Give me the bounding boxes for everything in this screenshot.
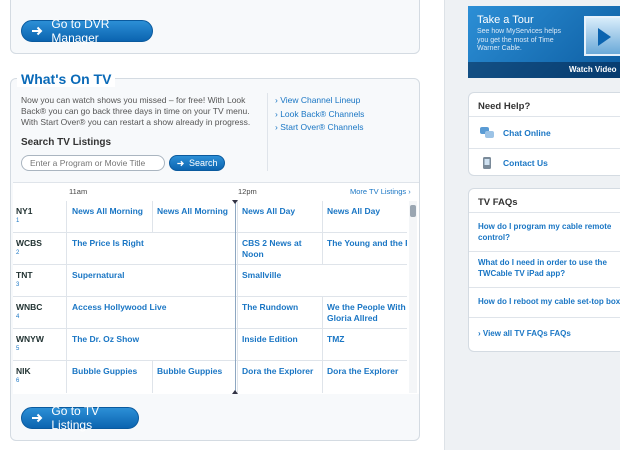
faq-link[interactable]: How do I program my cable remote control… <box>469 222 620 243</box>
program-cell[interactable]: News All Day <box>238 201 323 233</box>
channel-name: WCBS <box>16 238 42 248</box>
time-header-11am: 11am <box>69 187 88 196</box>
channel-name: NIK <box>16 366 31 376</box>
program-cell[interactable]: We the People With Gloria Allred <box>323 297 407 329</box>
faq-link[interactable]: What do I need in order to use the TWCab… <box>469 258 620 279</box>
scroll-thumb[interactable] <box>410 205 416 217</box>
program-cell[interactable]: Supernatural <box>68 265 238 297</box>
channel-cell: NIK 6 <box>13 361 67 393</box>
program-cell[interactable]: Smallville <box>238 265 407 297</box>
link-look-back-channels[interactable]: › Look Back® Channels <box>275 108 364 122</box>
program-cell[interactable]: CBS 2 News at Noon <box>238 233 323 265</box>
channel-cell: WNYW 5 <box>13 329 67 361</box>
table-row: NY1 1 News All Morning News All Morning N… <box>13 201 407 233</box>
time-header-12pm: 12pm <box>238 187 257 196</box>
program-cell[interactable]: News All Morning <box>68 201 153 233</box>
tv-listings-grid: 11am 12pm More TV Listings › NY1 1 News A… <box>13 182 419 394</box>
search-button[interactable]: Search <box>169 155 225 171</box>
divider <box>469 317 620 318</box>
chat-icon <box>479 126 495 140</box>
program-cell[interactable]: News All Morning <box>153 201 238 233</box>
program-cell[interactable]: TMZ <box>323 329 407 361</box>
whats-on-tv-card: What's On TV Now you can watch shows you… <box>10 71 420 441</box>
arrow-right-icon <box>30 411 43 425</box>
program-cell[interactable]: News All Day <box>323 201 407 233</box>
video-screen-icon <box>584 16 620 56</box>
need-help-card: Need Help? Chat Online Contact Us <box>468 92 620 176</box>
current-time-marker-bottom <box>232 390 238 394</box>
divider <box>469 251 620 252</box>
table-row: WCBS 2 The Price Is Right CBS 2 News at N… <box>13 233 407 265</box>
channel-number: 4 <box>16 314 20 320</box>
dvr-button-label: Go to DVR Manager <box>51 17 110 45</box>
watch-video-link[interactable]: Watch Video <box>468 62 620 78</box>
channel-cell: NY1 1 <box>13 201 67 233</box>
table-row: WNBC 4 Access Hollywood Live The Rundown … <box>13 297 407 329</box>
play-icon <box>598 28 611 46</box>
search-title: Search TV Listings <box>21 137 112 148</box>
channel-number: 3 <box>16 282 20 288</box>
channel-number: 2 <box>16 250 20 256</box>
tv-listings-button-label: Go to TV Listings <box>51 404 100 432</box>
quick-links: › View Channel Lineup › Look Back® Chann… <box>275 94 364 135</box>
tour-subtitle: See how MyServices helps you get the mos… <box>477 28 562 52</box>
table-row: NIK 6 Bubble Guppies Bubble Guppies Dora … <box>13 361 407 393</box>
current-time-line <box>235 201 236 393</box>
program-cell[interactable]: Access Hollywood Live <box>68 297 238 329</box>
table-row: WNYW 5 The Dr. Oz Show Inside Edition TMZ <box>13 329 407 361</box>
program-cell[interactable]: The Young and the R <box>323 233 407 265</box>
channel-number: 5 <box>16 346 20 352</box>
need-help-title: Need Help? <box>469 93 620 117</box>
divider <box>469 287 620 288</box>
table-row: TNT 3 Supernatural Smallville <box>13 265 407 297</box>
channel-name: TNT <box>16 270 33 280</box>
arrow-right-icon <box>176 159 185 168</box>
link-view-channel-lineup[interactable]: › View Channel Lineup <box>275 94 364 108</box>
channel-number: 6 <box>16 378 20 384</box>
channel-name: WNYW <box>16 334 44 344</box>
more-tv-listings-link[interactable]: More TV Listings › <box>350 187 411 196</box>
tv-faqs-title: TV FAQs <box>469 189 620 213</box>
arrow-right-icon <box>30 24 43 38</box>
program-cell[interactable]: The Price Is Right <box>68 233 238 265</box>
program-cell[interactable]: The Dr. Oz Show <box>68 329 238 361</box>
contact-us-link[interactable]: Contact Us <box>469 148 620 176</box>
program-cell[interactable]: The Rundown <box>238 297 323 329</box>
section-title: What's On TV <box>17 71 116 87</box>
go-to-dvr-manager-button[interactable]: Go to DVR Manager <box>21 17 153 45</box>
divider <box>267 93 268 171</box>
channel-name: NY1 <box>16 206 33 216</box>
program-cell[interactable]: Bubble Guppies <box>68 361 153 393</box>
channel-cell: WCBS 2 <box>13 233 67 265</box>
tv-faqs-card: TV FAQs How do I program my cable remote… <box>468 188 620 352</box>
program-cell[interactable]: Bubble Guppies <box>153 361 238 393</box>
search-input[interactable] <box>21 155 165 171</box>
chat-online-link[interactable]: Chat Online <box>469 119 620 147</box>
grid-scrollbar[interactable] <box>409 201 417 393</box>
channel-number: 1 <box>16 218 20 224</box>
program-cell[interactable]: Dora the Explorer <box>323 361 407 393</box>
channel-cell: TNT 3 <box>13 265 67 297</box>
channel-cell: WNBC 4 <box>13 297 67 329</box>
dvr-card: Go to DVR Manager <box>10 0 420 54</box>
current-time-marker-top <box>232 200 238 204</box>
view-all-faqs-link[interactable]: › View all TV FAQs FAQs <box>469 329 620 340</box>
whats-on-description: Now you can watch shows you missed – for… <box>21 95 251 127</box>
program-cell[interactable]: Dora the Explorer <box>238 361 323 393</box>
search-button-label: Search <box>189 158 218 168</box>
faq-link[interactable]: How do I reboot my cable set-top box? <box>469 297 620 308</box>
channel-name: WNBC <box>16 302 43 312</box>
link-start-over-channels[interactable]: › Start Over® Channels <box>275 121 364 135</box>
take-a-tour-banner[interactable]: Take a Tour See how MyServices helps you… <box>468 6 620 78</box>
go-to-tv-listings-button[interactable]: Go to TV Listings <box>21 404 139 432</box>
tour-title: Take a Tour <box>477 14 534 26</box>
phone-icon <box>479 156 495 170</box>
program-cell[interactable]: Inside Edition <box>238 329 323 361</box>
